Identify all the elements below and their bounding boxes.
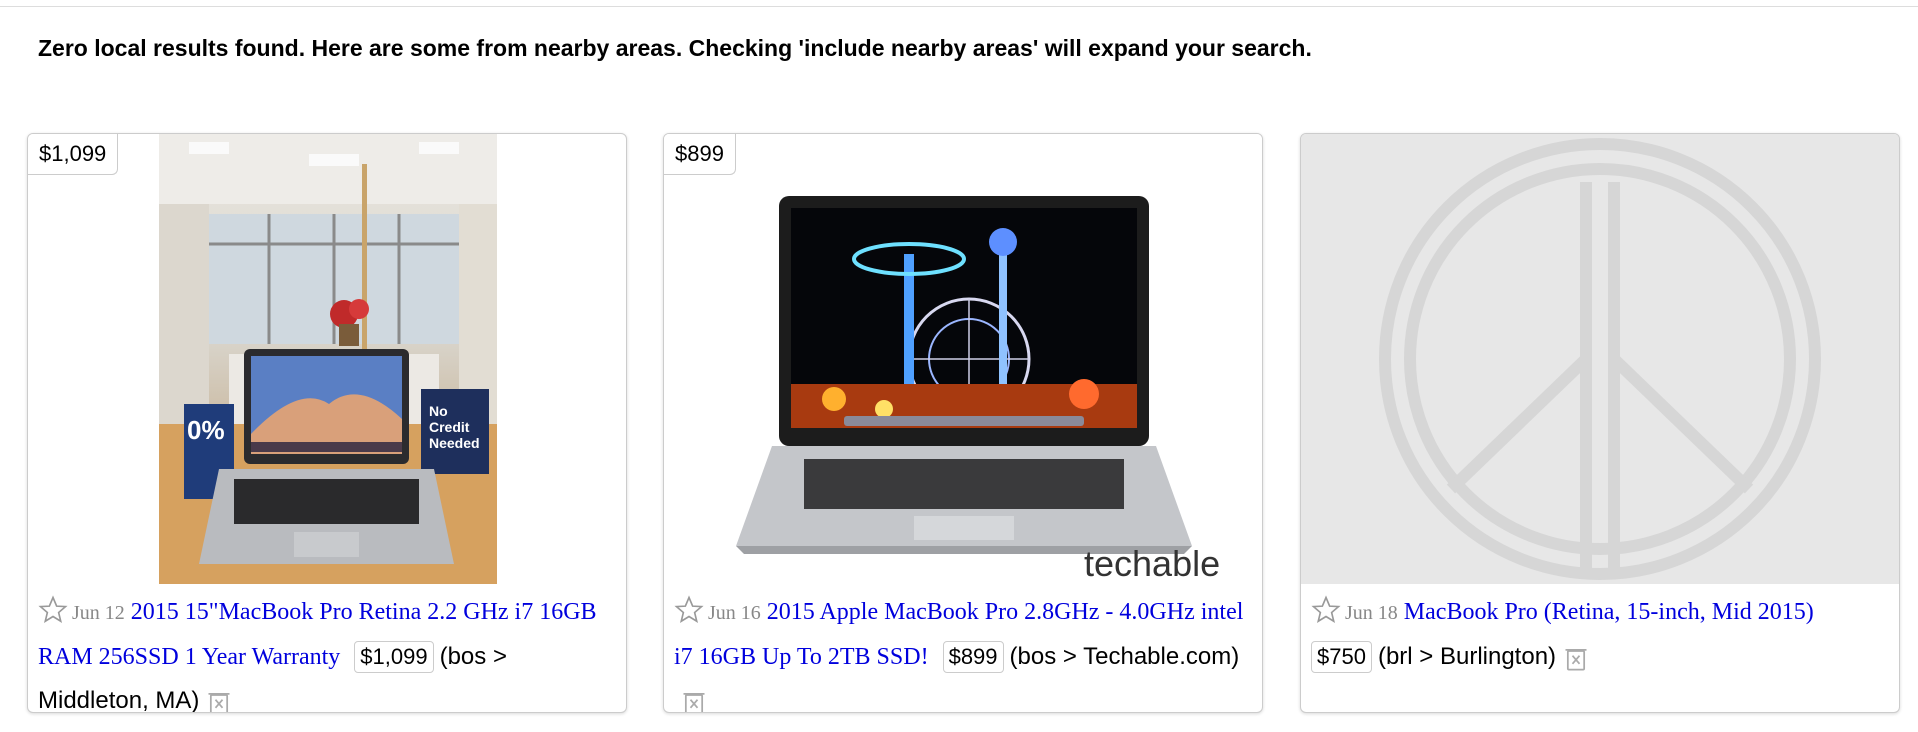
peace-sign-placeholder (1301, 134, 1899, 584)
posted-date: Jun 16 (708, 602, 761, 624)
listing-price: $899 (942, 641, 1004, 673)
listing-location: (brl > Burlington) (1377, 643, 1557, 670)
listing-price: $1,099 (354, 641, 434, 673)
trash-icon[interactable] (1562, 643, 1590, 671)
svg-text:No: No (429, 403, 448, 419)
posted-date: Jun 12 (72, 602, 125, 624)
trash-icon[interactable] (680, 687, 708, 712)
store-laptop-photo: 0% No Credit Needed (159, 134, 497, 584)
listing-title-link[interactable]: MacBook Pro (Retina, 15-inch, Mid 2015) (1404, 599, 1814, 625)
svg-text:Credit: Credit (429, 419, 470, 435)
svg-text:Needed: Needed (429, 435, 480, 451)
listing-location: (bos > Techable.com) (1009, 643, 1240, 670)
listing-price: $750 (1311, 641, 1372, 673)
posted-date: Jun 18 (1345, 602, 1398, 624)
result-card[interactable]: $899 techable Jun 16 2015 Apple MacBook … (663, 133, 1263, 713)
star-icon[interactable] (1311, 595, 1341, 625)
star-icon[interactable] (674, 595, 704, 625)
watermark-text: techable (1084, 543, 1220, 584)
trash-icon[interactable] (205, 687, 233, 712)
price-tag: $1,099 (28, 134, 119, 175)
macbook-fairground-photo: techable (664, 134, 1262, 584)
result-image[interactable]: $899 techable (664, 134, 1262, 584)
nearby-notice: Zero local results found. Here are some … (38, 35, 1312, 61)
result-info: Jun 12 2015 15"MacBook Pro Retina 2.2 GHz… (38, 590, 620, 712)
star-icon[interactable] (38, 595, 68, 625)
result-image[interactable] (1301, 134, 1899, 584)
peace-sign-icon (1379, 138, 1821, 580)
result-card[interactable]: $1,099 0% No Credit Needed Jun 12 2015 1… (27, 133, 627, 713)
promo-text: 0% (187, 415, 225, 445)
result-info: Jun 18 MacBook Pro (Retina, 15-inch, Mid … (1311, 590, 1893, 679)
result-card[interactable]: Jun 18 MacBook Pro (Retina, 15-inch, Mid … (1300, 133, 1900, 713)
result-image[interactable]: $1,099 0% No Credit Needed (28, 134, 626, 584)
top-divider (0, 6, 1918, 7)
result-info: Jun 16 2015 Apple MacBook Pro 2.8GHz - 4.… (674, 590, 1256, 712)
price-tag: $899 (664, 134, 736, 175)
